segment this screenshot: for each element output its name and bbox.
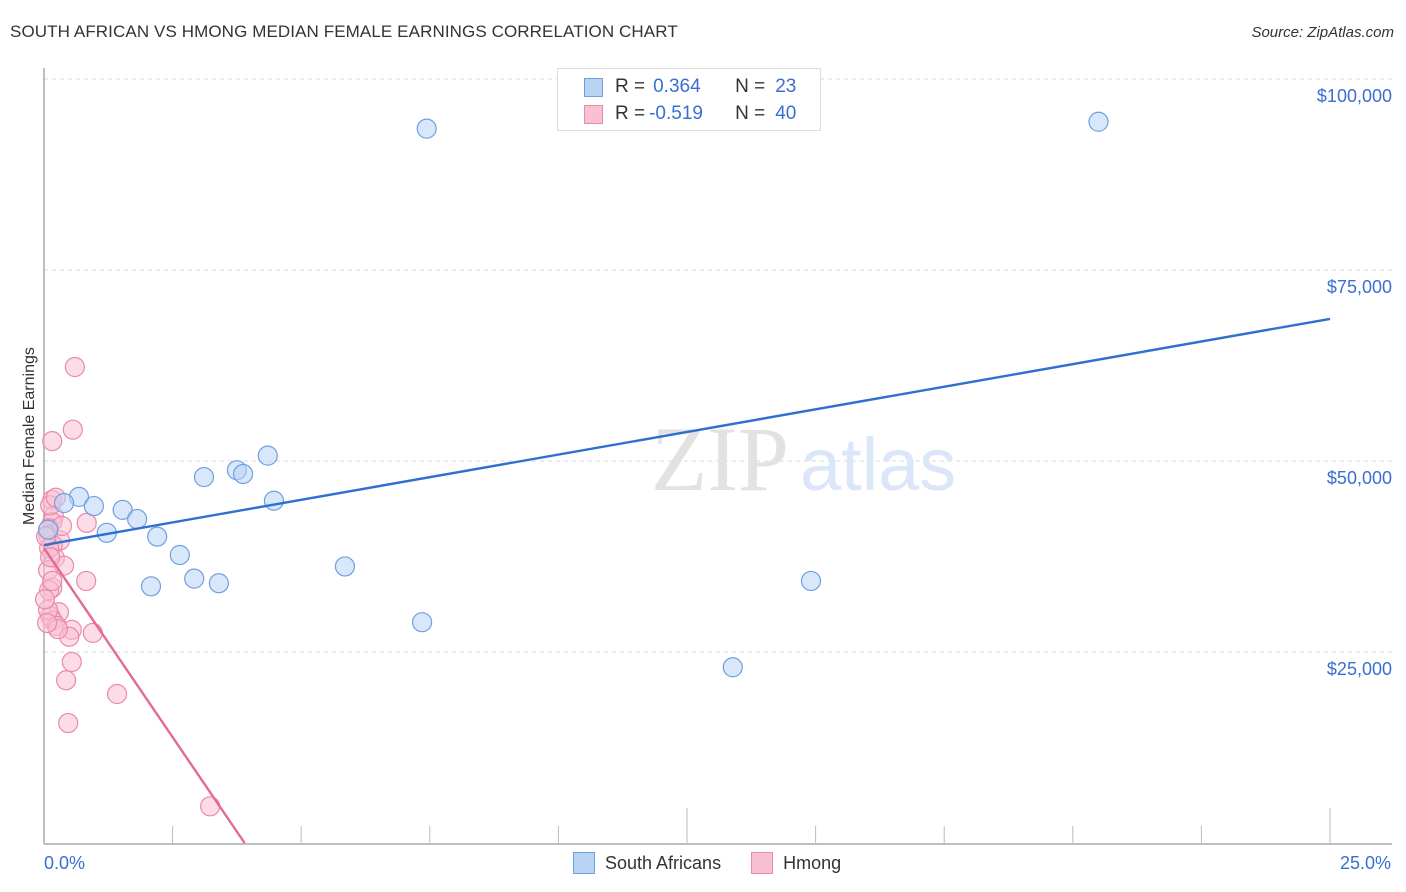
watermark-zip: ZIP (651, 408, 789, 510)
south-africans-point (411, 612, 433, 633)
south-africans-point (257, 445, 278, 466)
hmong-point (42, 431, 63, 452)
y-tick-label: $25,000 (1326, 659, 1392, 679)
hmong-point (34, 589, 56, 610)
hmong-point (61, 651, 82, 673)
y-tick-label: $50,000 (1326, 468, 1392, 488)
south-africans-point (334, 556, 356, 577)
south-africans-point (208, 573, 229, 594)
hmong-point (62, 419, 83, 440)
n-label: N = (735, 103, 766, 124)
n-value: 40 (775, 103, 797, 124)
legend-item-south-africans[interactable]: South Africans (573, 852, 721, 874)
pink-swatch-icon (751, 852, 774, 874)
south-africans-point (53, 492, 75, 514)
trend-lines (43, 317, 1331, 844)
x-tick-label-max: 25.0% (1340, 853, 1392, 873)
hmong-point (42, 570, 63, 592)
blue-swatch-icon (584, 77, 603, 97)
y-tick-label: $100,000 (1316, 86, 1392, 106)
r-value: -0.519 (649, 103, 703, 124)
south-africans-point (38, 519, 59, 540)
r-label: R = (615, 76, 646, 97)
series-legend: South Africans Hmong (573, 852, 871, 874)
hmong-point (58, 712, 79, 734)
south-africans-point (127, 508, 148, 530)
r-value: 0.364 (653, 76, 701, 97)
south-africans-point (1088, 111, 1109, 132)
south-africans-point (800, 570, 822, 592)
legend-row-hmong: R = -0.519 N = 40 (584, 103, 796, 125)
south-africans-point (722, 657, 743, 678)
legend-label: Hmong (783, 852, 842, 873)
y-axis-title: Median Female Earnings (21, 347, 38, 525)
hmong-point (106, 683, 128, 705)
x-tick-label-min: 0.0% (44, 853, 86, 873)
grid-lines (44, 78, 1392, 653)
hmong-point (36, 612, 58, 634)
hmong-point (200, 796, 221, 817)
r-label: R = (615, 103, 646, 124)
correlation-legend: R = 0.364 N = 23 R = -0.519 N = 40 (557, 68, 821, 131)
south-africans-point (147, 526, 168, 547)
hmong-point (76, 570, 97, 592)
south-africans-point (140, 576, 162, 597)
hmong-point (76, 512, 97, 533)
pink-swatch-icon (584, 104, 603, 124)
south-africans-point (193, 466, 215, 488)
south-africans-point (416, 118, 437, 139)
legend-row-south-africans: R = 0.364 N = 23 (584, 76, 796, 98)
south-africans-point (83, 495, 104, 517)
scatter-plot: ZIP atlas (34, 68, 1392, 845)
south-africans-point (184, 568, 205, 589)
y-tick-label: $75,000 (1326, 277, 1392, 297)
hmong-point (82, 622, 103, 644)
hmong-point (64, 356, 85, 378)
south-africans-point (169, 544, 190, 566)
legend-item-hmong[interactable]: Hmong (751, 852, 841, 874)
south-africans-points (38, 111, 1109, 678)
watermark-atlas: atlas (800, 423, 956, 506)
legend-label: South Africans (605, 852, 722, 873)
n-label: N = (735, 76, 766, 97)
south-africans-point (263, 490, 285, 511)
n-value: 23 (775, 76, 797, 97)
south-africans-trend-line (43, 317, 1331, 547)
hmong-point (56, 670, 77, 691)
blue-swatch-icon (573, 852, 595, 874)
south-africans-point (232, 463, 254, 485)
